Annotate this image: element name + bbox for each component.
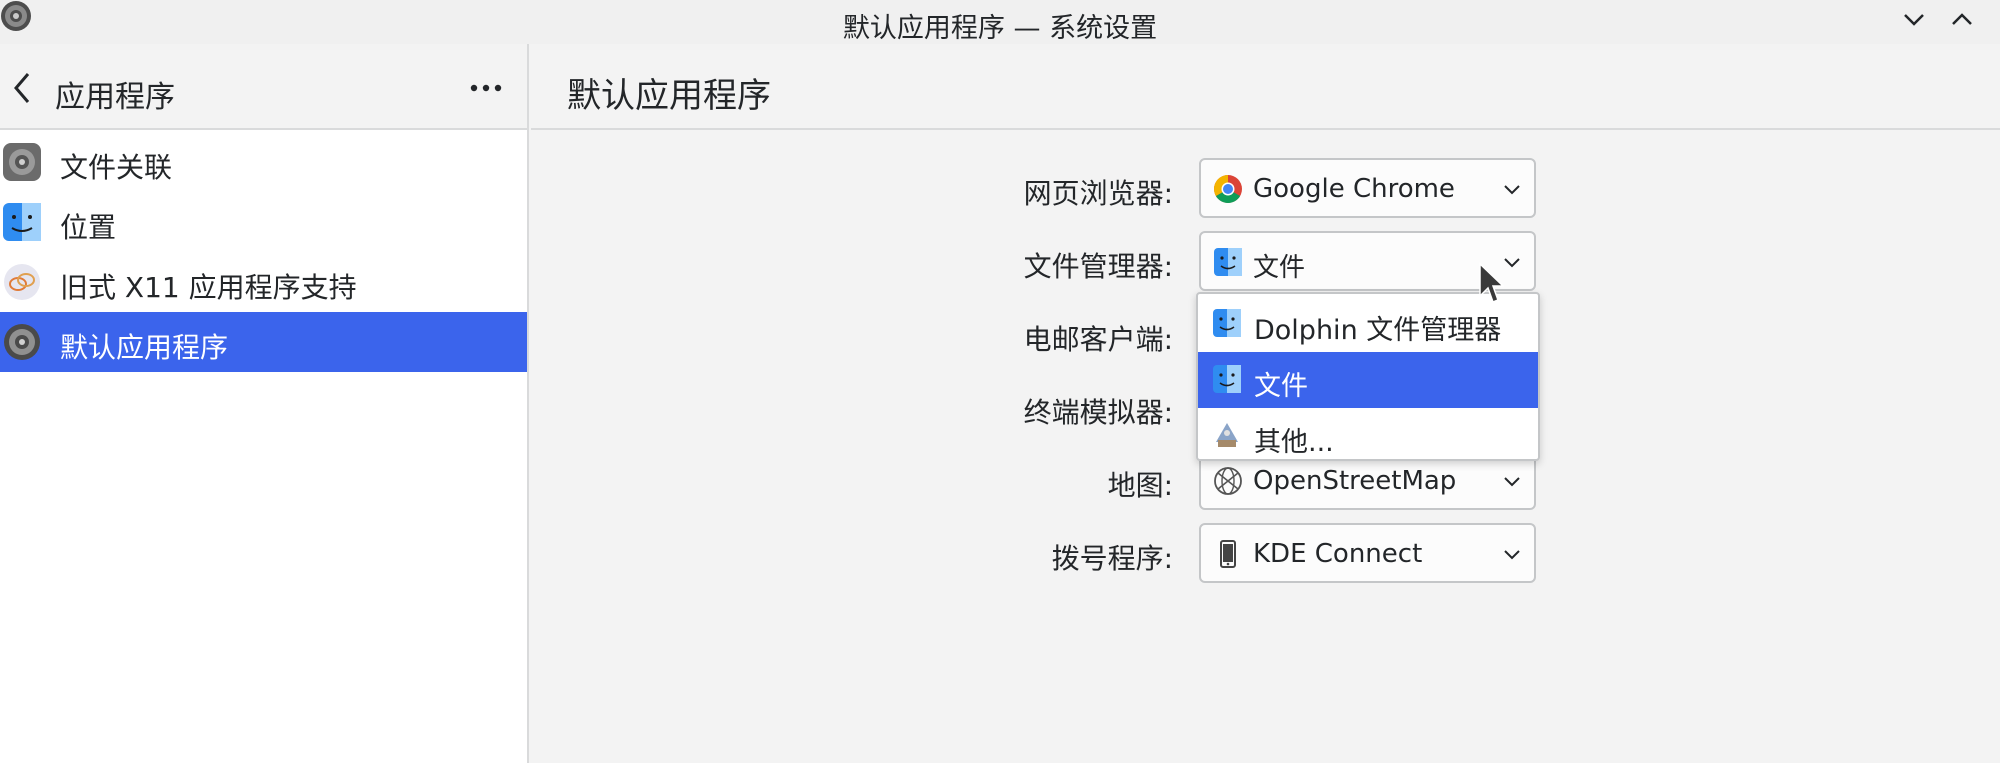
chevron-down-icon <box>1504 258 1520 268</box>
sidebar-item-label: 文件关联 <box>60 151 173 184</box>
main-header: 默认应用程序 <box>531 44 2000 130</box>
sidebar-item-file-associations[interactable]: 文件关联 <box>0 132 527 192</box>
minimize-button[interactable] <box>1898 6 1930 34</box>
sidebar-item-label: 默认应用程序 <box>60 331 229 364</box>
sidebar-item-label: 位置 <box>60 211 117 244</box>
label-web-browser: 网页浏览器: <box>1023 177 1173 210</box>
finder-icon <box>1213 309 1241 337</box>
x11-icon <box>4 264 40 300</box>
dropdown-option-files[interactable]: 文件 <box>1198 352 1538 408</box>
web-browser-select[interactable]: Google Chrome <box>1199 158 1536 218</box>
label-email-client: 电邮客户端: <box>1023 323 1173 356</box>
other-app-icon <box>1216 423 1238 447</box>
globe-icon <box>1214 467 1242 495</box>
label-map: 地图: <box>1107 469 1173 502</box>
gear-icon <box>4 324 40 360</box>
sidebar: 应用程序 文件关联 位置 旧式 X11 应用程序支持 默认应用程序 <box>0 44 529 763</box>
sidebar-title: 应用程序 <box>55 80 175 115</box>
dropdown-option-label: 其他... <box>1254 427 1334 458</box>
finder-icon <box>1214 248 1242 276</box>
gear-icon <box>3 143 41 181</box>
dialer-value: KDE Connect <box>1253 539 1423 569</box>
map-value: OpenStreetMap <box>1253 466 1457 496</box>
page-title: 默认应用程序 <box>567 76 771 116</box>
more-options-button[interactable] <box>466 68 506 108</box>
web-browser-value: Google Chrome <box>1253 174 1455 204</box>
label-dialer: 拨号程序: <box>1051 542 1173 575</box>
sidebar-list: 文件关联 位置 旧式 X11 应用程序支持 默认应用程序 <box>0 132 527 372</box>
finder-icon <box>3 203 41 241</box>
dropdown-option-label: Dolphin 文件管理器 <box>1254 315 1502 346</box>
dialer-select[interactable]: KDE Connect <box>1199 523 1536 583</box>
chrome-icon <box>1214 175 1242 203</box>
window-title: 默认应用程序 — 系统设置 <box>842 13 1158 44</box>
dropdown-option-other[interactable]: 其他... <box>1198 408 1538 464</box>
label-file-manager: 文件管理器: <box>1023 250 1173 283</box>
sidebar-item-x11-support[interactable]: 旧式 X11 应用程序支持 <box>0 252 527 312</box>
back-button[interactable] <box>6 68 38 108</box>
title-bar: 默认应用程序 — 系统设置 <box>0 0 2000 44</box>
label-terminal-emulator: 终端模拟器: <box>1023 396 1173 429</box>
file-manager-value: 文件 <box>1253 253 1306 283</box>
file-manager-dropdown: Dolphin 文件管理器 文件 其他... <box>1196 292 1540 461</box>
dropdown-option-label: 文件 <box>1254 371 1308 402</box>
chevron-down-icon <box>1504 185 1520 195</box>
chevron-down-icon <box>1504 550 1520 560</box>
finder-icon <box>1213 365 1241 393</box>
sidebar-item-default-applications[interactable]: 默认应用程序 <box>0 312 527 372</box>
maximize-button[interactable] <box>1946 6 1978 34</box>
sidebar-item-label: 旧式 X11 应用程序支持 <box>60 271 357 304</box>
chevron-down-icon <box>1504 477 1520 487</box>
sidebar-item-locations[interactable]: 位置 <box>0 192 527 252</box>
sidebar-header: 应用程序 <box>0 44 527 130</box>
mouse-cursor-icon <box>1479 262 1504 303</box>
phone-icon <box>1220 540 1236 568</box>
